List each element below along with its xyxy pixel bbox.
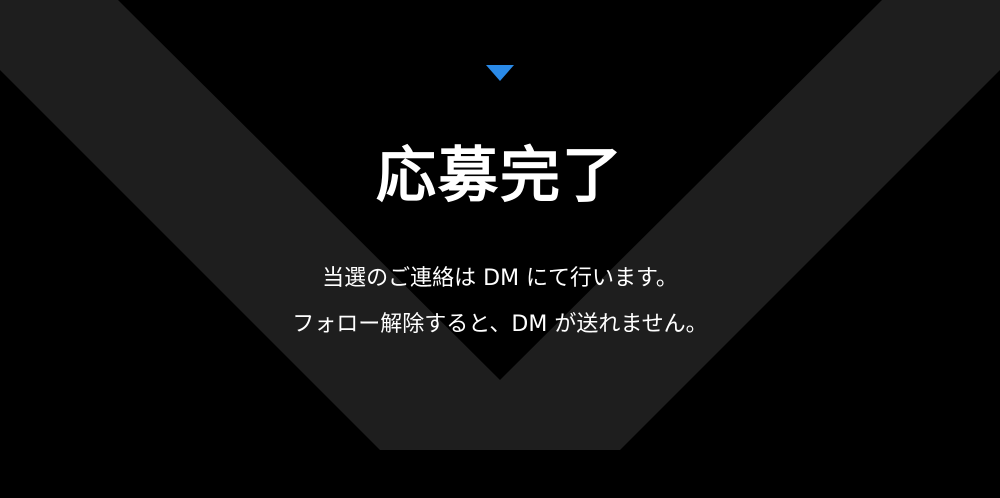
message-line-2: フォロー解除すると、DM が送れません。	[292, 312, 708, 337]
completion-screen: 応募完了 当選のご連絡は DM にて行います。 フォロー解除すると、DM が送れ…	[0, 0, 1000, 498]
message-line-1: 当選のご連絡は DM にて行います。	[322, 266, 678, 291]
triangle-down-icon	[486, 65, 514, 81]
page-title: 応募完了	[376, 141, 624, 211]
completion-message: 当選のご連絡は DM にて行います。 フォロー解除すると、DM が送れません。	[0, 256, 1000, 348]
